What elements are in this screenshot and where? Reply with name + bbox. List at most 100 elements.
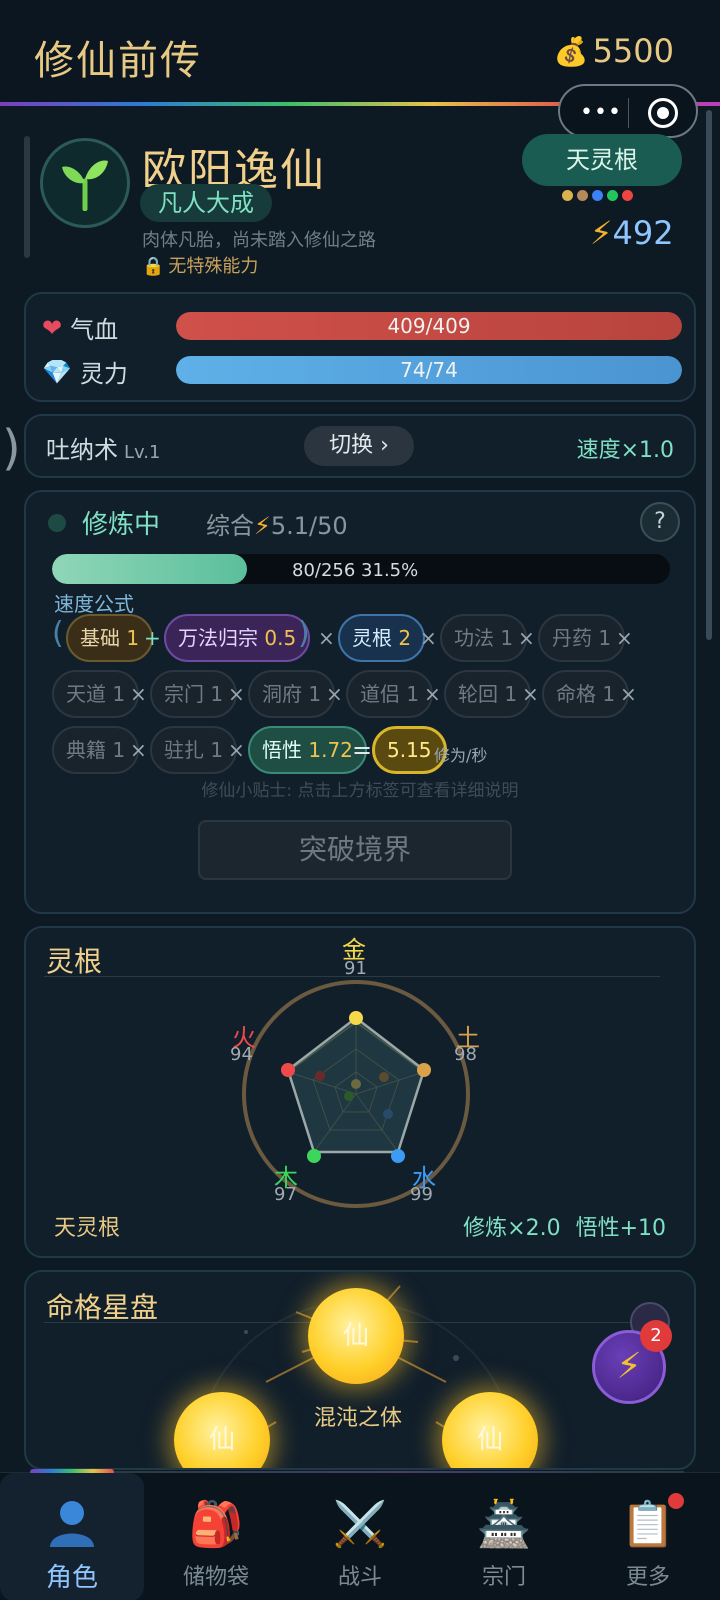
technique-speed: 速度×1.0 [576, 438, 674, 463]
times-operator: × [518, 626, 535, 650]
element-dot [562, 190, 573, 201]
mp-bar: 74/74 [176, 356, 682, 384]
formula-label: 速度公式 [54, 592, 134, 616]
factor-method[interactable]: 万法归宗 0.5 [164, 614, 311, 662]
special-ability: 🔒 无特殊能力 [142, 252, 258, 278]
avatar[interactable] [40, 138, 130, 228]
factor-gongfa[interactable]: 功法 1 [440, 614, 528, 662]
app-title: 修仙前传 [34, 38, 202, 84]
fire-point[interactable] [281, 1063, 295, 1077]
notification-badge: 2 [640, 1320, 672, 1352]
factor-cave[interactable]: 洞府 1 [248, 670, 336, 718]
star-dot [453, 1355, 459, 1361]
factor-book[interactable]: 典籍 1 [52, 726, 140, 774]
factor-station[interactable]: 驻扎 1 [150, 726, 238, 774]
water-point[interactable] [391, 1149, 405, 1163]
factor-wisdom[interactable]: 悟性 1.72 [248, 726, 367, 774]
spirit-root-radar [242, 980, 470, 1208]
overall-rate: 综合⚡5.1/50 [206, 506, 348, 541]
factor-name: 功法 [454, 626, 494, 650]
element-dot [592, 190, 603, 201]
lightning-icon: ⚡ [616, 1346, 642, 1387]
factor-pill[interactable]: 丹药 1 [538, 614, 626, 662]
factor-base[interactable]: 基础 1 [66, 614, 154, 662]
hp-bar: 409/409 [176, 312, 682, 340]
factor-mult: 2 [398, 626, 412, 650]
lightning-icon: ⚡ [590, 214, 613, 252]
factor-name: 洞府 [262, 682, 302, 706]
nav-item-battle[interactable]: ⚔️ 战斗 [288, 1473, 432, 1600]
factor-mult: 1 [210, 682, 224, 706]
mp-label: 灵力 [79, 360, 128, 388]
factor-partner[interactable]: 道侣 1 [346, 670, 434, 718]
factor-heaven[interactable]: 天道 1 [52, 670, 140, 718]
plus-operator: + [144, 626, 161, 650]
status-indicator [48, 514, 66, 532]
star-dot [244, 1330, 248, 1334]
radar-inner-dot [315, 1071, 325, 1081]
factor-mult: 1 [504, 682, 518, 706]
nav-label: 角色 [45, 1563, 98, 1593]
player-profile: 欧阳逸仙 凡人大成 肉体凡胎，尚未踏入修仙之路 🔒 无特殊能力 天灵根 ⚡492 [24, 118, 696, 280]
times-operator: × [424, 682, 441, 706]
hp-value: 409/409 [387, 314, 471, 338]
metal-point[interactable] [349, 1011, 363, 1025]
times-operator: × [522, 682, 539, 706]
factor-name: 灵根 [352, 626, 392, 650]
wood-point[interactable] [307, 1149, 321, 1163]
element-dots [562, 190, 633, 201]
mp-label-group: 💎 灵力 [42, 354, 128, 389]
drawer-handle[interactable]: ) [2, 420, 21, 476]
rate-unit: 修为/秒 [434, 746, 488, 765]
factor-mult: 1 [308, 682, 322, 706]
cultivation-tip: 修仙小贴士: 点击上方标签可查看详细说明 [201, 781, 519, 801]
backpack-icon: 🎒 [188, 1499, 244, 1550]
spirit-root-button[interactable]: 天灵根 [522, 134, 682, 186]
nav-item-sect[interactable]: 🏯 宗门 [432, 1473, 576, 1600]
overall-label: 综合 [206, 512, 254, 540]
times-operator: × [420, 626, 437, 650]
cultivation-progress-fill [52, 554, 247, 584]
breakthrough-button[interactable]: 突破境界 [198, 820, 512, 880]
factor-name: 驻扎 [164, 738, 204, 762]
earth-point[interactable] [417, 1063, 431, 1077]
factor-name: 悟性 [262, 738, 302, 762]
factor-name: 轮回 [458, 682, 498, 706]
cultivation-status: 修炼中 [82, 510, 161, 540]
coin-balance: 💰 5500 [554, 32, 674, 70]
nav-item-character[interactable]: 角色 [0, 1473, 144, 1600]
mp-value: 74/74 [400, 358, 458, 382]
help-button[interactable]: ? [640, 502, 680, 542]
nav-item-more[interactable]: 📋 更多 [576, 1473, 720, 1600]
scrollbar[interactable] [706, 110, 712, 640]
nav-label: 更多 [625, 1565, 670, 1590]
factor-name: 丹药 [552, 626, 592, 650]
element-dot [607, 190, 618, 201]
factor-mult: 1 [500, 626, 514, 650]
factor-mult: 1 [210, 738, 224, 762]
technique-card: 吐纳术 Lv.1 切换 › 速度×1.0 [24, 414, 696, 478]
factor-rebirth[interactable]: 轮回 1 [444, 670, 532, 718]
fate-star-center[interactable]: 仙 [308, 1288, 404, 1384]
factor-fate[interactable]: 命格 1 [542, 670, 630, 718]
times-operator: × [130, 738, 147, 762]
factor-mult: 0.5 [264, 626, 297, 650]
factor-name: 道侣 [360, 682, 400, 706]
nav-label: 宗门 [481, 1565, 526, 1590]
nav-item-storage[interactable]: 🎒 储物袋 [144, 1473, 288, 1600]
times-operator: × [228, 738, 245, 762]
factor-root[interactable]: 灵根 2 [338, 614, 426, 662]
times-operator: × [326, 682, 343, 706]
spirit-root-name: 天灵根 [54, 1216, 121, 1241]
earth-value: 98 [454, 1044, 477, 1065]
combat-power: ⚡492 [590, 214, 674, 252]
sprout-icon [62, 160, 108, 211]
switch-technique-button[interactable]: 切换 › [304, 426, 414, 466]
element-dot [622, 190, 633, 201]
coin-amount: 5500 [592, 32, 674, 70]
mp-row: 💎 灵力 74/74 [42, 354, 682, 389]
hp-label-group: ❤ 气血 [42, 310, 118, 345]
factor-sect[interactable]: 宗门 1 [150, 670, 238, 718]
factor-name: 命格 [556, 682, 596, 706]
factor-name: 万法归宗 [178, 626, 258, 650]
